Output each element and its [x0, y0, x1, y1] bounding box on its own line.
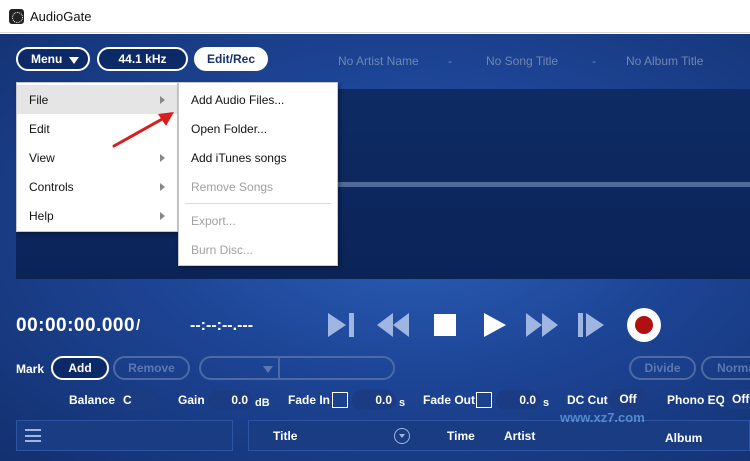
add-mark-label: Add: [68, 361, 92, 375]
menu-item-remove-songs: Remove Songs: [179, 172, 337, 201]
menu-item-label: Add Audio Files...: [191, 92, 285, 107]
dc-cut-label: DC Cut: [567, 393, 608, 407]
column-artist[interactable]: Artist: [504, 429, 535, 443]
add-mark-button[interactable]: Add: [51, 356, 109, 380]
fade-in-checkbox[interactable]: [332, 392, 348, 408]
menu-item-burn-disc: Burn Disc...: [179, 235, 337, 264]
window-title: AudioGate: [30, 9, 92, 24]
menu-item-controls[interactable]: Controls: [17, 172, 177, 201]
menu-item-add-audio-files[interactable]: Add Audio Files...: [179, 85, 337, 114]
fade-in-value-text: 0.0: [375, 393, 392, 407]
menu-item-label: Controls: [29, 179, 74, 194]
current-time: 00:00:00.000: [16, 315, 136, 336]
fast-forward-icon[interactable]: [524, 309, 560, 341]
phono-eq-label: Phono EQ: [667, 393, 725, 407]
sort-chevron-icon[interactable]: [394, 428, 410, 444]
time-separator: /: [136, 317, 141, 334]
app-logo-icon: [9, 9, 24, 24]
file-submenu: Add Audio Files... Open Folder... Add iT…: [178, 82, 338, 266]
remove-mark-button[interactable]: Remove: [113, 356, 190, 380]
menu-item-label: Help: [29, 208, 54, 223]
fade-out-unit: s: [543, 397, 550, 409]
total-time: --:--:--.---: [190, 317, 254, 334]
sample-rate-label: 44.1 kHz: [118, 52, 167, 66]
artist-name: No Artist Name: [338, 54, 419, 68]
meta-separator: -: [448, 54, 452, 68]
gain-unit: dB: [255, 397, 270, 409]
divide-button[interactable]: Divide: [629, 356, 696, 380]
fade-out-value[interactable]: 0.0: [496, 390, 540, 410]
submenu-arrow-icon: [160, 153, 165, 162]
edit-rec-label: Edit/Rec: [206, 52, 255, 66]
fade-in-unit: s: [399, 397, 406, 409]
dropdown-divider: [278, 358, 280, 378]
playlist-sidebar-header: [16, 420, 233, 451]
rewind-icon[interactable]: [375, 309, 411, 341]
mark-label: Mark: [16, 362, 45, 376]
menu-button[interactable]: Menu: [16, 47, 90, 71]
menu-item-label: Export...: [191, 213, 236, 228]
normalize-button[interactable]: Norma: [701, 356, 750, 380]
gain-value[interactable]: 0.0: [208, 390, 252, 410]
menu-button-label: Menu: [31, 52, 63, 66]
annotation-arrow-icon: [112, 112, 174, 148]
dc-cut-value-text: Off: [619, 392, 637, 406]
song-title: No Song Title: [486, 54, 559, 68]
gain-label: Gain: [178, 393, 205, 407]
column-time[interactable]: Time: [447, 429, 475, 443]
menu-item-help[interactable]: Help: [17, 201, 177, 230]
menu-item-label: Burn Disc...: [191, 242, 254, 257]
column-album[interactable]: Album: [665, 431, 702, 445]
main-menu: File Edit View Controls Help: [16, 82, 178, 232]
watermark-text: www.xz7.com: [560, 410, 645, 425]
menu-item-label: File: [29, 92, 49, 107]
menu-item-add-itunes-songs[interactable]: Add iTunes songs: [179, 143, 337, 172]
fade-in-label: Fade In: [288, 393, 331, 407]
menu-item-label: Add iTunes songs: [191, 150, 287, 165]
play-icon[interactable]: [476, 309, 512, 341]
fade-in-value[interactable]: 0.0: [352, 390, 396, 410]
fade-out-checkbox[interactable]: [476, 392, 492, 408]
menu-item-label: Remove Songs: [191, 179, 274, 194]
album-title: No Album Title: [626, 54, 704, 68]
fade-out-label: Fade Out: [423, 393, 476, 407]
divide-label: Divide: [644, 361, 681, 375]
edit-rec-button[interactable]: Edit/Rec: [194, 47, 268, 71]
balance-value-text: C: [123, 393, 132, 407]
phono-eq-toggle[interactable]: Off: [724, 389, 750, 409]
menu-item-open-folder[interactable]: Open Folder...: [179, 114, 337, 143]
column-title[interactable]: Title: [273, 429, 297, 443]
normalize-label: Norma: [717, 361, 750, 375]
fade-out-value-text: 0.0: [519, 393, 536, 407]
stop-icon[interactable]: [427, 309, 463, 341]
menu-item-label: Edit: [29, 121, 50, 136]
skip-to-end-icon[interactable]: [324, 309, 360, 341]
meta-separator: -: [592, 54, 596, 68]
title-bar: AudioGate: [0, 0, 750, 33]
track-list-header: Title Time Artist Album: [248, 420, 750, 451]
phono-eq-value-text: Off: [732, 392, 750, 406]
dc-cut-toggle[interactable]: Off: [609, 389, 647, 409]
mark-select-dropdown[interactable]: [199, 356, 395, 380]
remove-mark-label: Remove: [128, 361, 175, 375]
skip-forward-icon[interactable]: [574, 309, 610, 341]
sample-rate-button[interactable]: 44.1 kHz: [97, 47, 188, 71]
balance-value[interactable]: C: [116, 390, 158, 410]
chevron-down-icon: [69, 57, 79, 64]
menu-separator: [185, 203, 331, 204]
menu-item-export: Export...: [179, 206, 337, 235]
submenu-arrow-icon: [160, 182, 165, 191]
submenu-arrow-icon: [160, 95, 165, 104]
gain-value-text: 0.0: [231, 393, 248, 407]
balance-label: Balance: [69, 393, 116, 407]
menu-item-label: View: [29, 150, 55, 165]
record-icon[interactable]: [625, 306, 663, 344]
submenu-arrow-icon: [160, 211, 165, 220]
hamburger-menu-icon[interactable]: [25, 429, 41, 442]
menu-item-label: Open Folder...: [191, 121, 268, 136]
chevron-down-icon: [263, 366, 273, 373]
